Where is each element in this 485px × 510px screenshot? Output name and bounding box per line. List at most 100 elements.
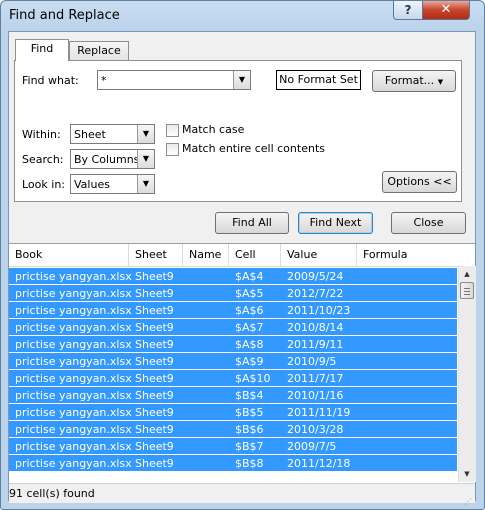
tab-find-label: Find	[30, 42, 54, 55]
look-in-value: Values	[74, 178, 110, 191]
dialog-title: Find and Replace	[9, 8, 120, 23]
look-in-label: Look in:	[22, 178, 65, 191]
cell-sheet: Sheet9	[135, 389, 174, 402]
table-row[interactable]: prictise yangyan.xlsx Sheet9 $B$8 2011/12/1…	[9, 455, 457, 472]
match-case-checkbox[interactable]	[166, 124, 179, 137]
cell-book: prictise yangyan.xlsx	[15, 270, 132, 283]
chevron-down-icon[interactable]: ▼	[137, 175, 154, 193]
cell-value: 2009/5/24	[287, 270, 344, 283]
scroll-up-icon[interactable]: ▲	[459, 267, 475, 281]
vertical-scrollbar[interactable]: ▲ ▼	[458, 266, 476, 482]
cell-cell: $A$8	[235, 338, 264, 351]
table-row[interactable]: prictise yangyan.xlsx Sheet9 $B$5 2011/11/1…	[9, 404, 457, 421]
match-entire-label[interactable]: Match entire cell contents	[182, 142, 325, 155]
scroll-down-icon[interactable]: ▼	[459, 467, 475, 481]
results-list: Book Sheet Name Cell Value Formula prict…	[9, 243, 476, 506]
cell-sheet: Sheet9	[135, 457, 174, 470]
column-header-cell[interactable]: Cell	[229, 244, 281, 266]
format-button[interactable]: Format... ▼	[372, 70, 456, 92]
cell-book: prictise yangyan.xlsx	[15, 389, 132, 402]
chevron-down-icon: ▼	[437, 78, 444, 86]
title-bar[interactable]: Find and Replace ? ✕	[1, 1, 484, 31]
resize-grip-icon[interactable]: ⋰	[464, 492, 474, 506]
scroll-thumb[interactable]	[460, 282, 474, 299]
results-count: 91 cell(s) found	[9, 487, 95, 500]
column-header-value[interactable]: Value	[281, 244, 357, 266]
cell-cell: $A$4	[235, 270, 264, 283]
table-row[interactable]: prictise yangyan.xlsx Sheet9 $A$4 2009/5/24	[9, 268, 457, 285]
help-button[interactable]: ?	[393, 1, 423, 20]
cell-book: prictise yangyan.xlsx	[15, 406, 132, 419]
tab-find[interactable]: Find	[15, 39, 69, 61]
find-what-label: Find what:	[22, 74, 79, 87]
cell-cell: $B$5	[235, 406, 264, 419]
find-all-button[interactable]: Find All	[215, 212, 289, 234]
match-entire-checkbox[interactable]	[166, 143, 179, 156]
table-row[interactable]: prictise yangyan.xlsx Sheet9 $A$6 2011/10/2…	[9, 302, 457, 319]
find-tab-panel: Find what: * ▼ No Format Set Format... ▼…	[14, 60, 462, 202]
find-replace-dialog: Find and Replace ? ✕ Find Replace Find w…	[0, 0, 485, 510]
table-row[interactable]: prictise yangyan.xlsx Sheet9 $B$7 2009/7/5	[9, 438, 457, 455]
find-what-input[interactable]: *	[101, 74, 107, 87]
cell-book: prictise yangyan.xlsx	[15, 338, 132, 351]
cell-sheet: Sheet9	[135, 423, 174, 436]
options-button[interactable]: Options <<	[382, 171, 457, 193]
cell-book: prictise yangyan.xlsx	[15, 440, 132, 453]
table-row[interactable]: prictise yangyan.xlsx Sheet9 $A$8 2011/9/11	[9, 336, 457, 353]
chevron-down-icon[interactable]: ▼	[233, 71, 250, 89]
cell-value: 2010/9/5	[287, 355, 337, 368]
chevron-down-icon[interactable]: ▼	[137, 150, 154, 168]
cell-sheet: Sheet9	[135, 406, 174, 419]
search-label: Search:	[22, 153, 64, 166]
column-header-formula[interactable]: Formula	[357, 244, 457, 266]
column-header-sheet[interactable]: Sheet	[129, 244, 183, 266]
search-value: By Columns	[74, 153, 140, 166]
cell-value: 2011/9/11	[287, 338, 344, 351]
cell-cell: $B$7	[235, 440, 264, 453]
cell-cell: $A$9	[235, 355, 264, 368]
table-row[interactable]: prictise yangyan.xlsx Sheet9 $A$10 2011/7/1…	[9, 370, 457, 387]
cell-book: prictise yangyan.xlsx	[15, 321, 132, 334]
cell-cell: $A$6	[235, 304, 264, 317]
column-header-book[interactable]: Book	[9, 244, 129, 266]
find-next-button[interactable]: Find Next	[298, 212, 373, 234]
format-status: No Format Set	[276, 70, 361, 90]
results-rows: prictise yangyan.xlsx Sheet9 $A$4 2009/5/24…	[9, 268, 457, 472]
cell-cell: $B$4	[235, 389, 264, 402]
find-what-combo[interactable]: * ▼	[97, 70, 251, 90]
cell-sheet: Sheet9	[135, 287, 174, 300]
cell-book: prictise yangyan.xlsx	[15, 304, 132, 317]
cell-book: prictise yangyan.xlsx	[15, 372, 132, 385]
cell-sheet: Sheet9	[135, 355, 174, 368]
cell-value: 2009/7/5	[287, 440, 337, 453]
chevron-down-icon[interactable]: ▼	[137, 125, 154, 143]
match-case-label[interactable]: Match case	[182, 123, 244, 136]
results-header: Book Sheet Name Cell Value Formula	[9, 244, 467, 267]
cell-sheet: Sheet9	[135, 338, 174, 351]
cell-cell: $B$8	[235, 457, 264, 470]
cell-value: 2011/12/18	[287, 457, 351, 470]
tab-replace[interactable]: Replace	[69, 41, 129, 61]
cell-sheet: Sheet9	[135, 304, 174, 317]
within-select[interactable]: Sheet ▼	[70, 124, 155, 144]
table-row[interactable]: prictise yangyan.xlsx Sheet9 $A$9 2010/9/5	[9, 353, 457, 370]
table-row[interactable]: prictise yangyan.xlsx Sheet9 $B$6 2010/3/28	[9, 421, 457, 438]
within-label: Within:	[22, 128, 61, 141]
table-row[interactable]: prictise yangyan.xlsx Sheet9 $B$4 2010/1/16	[9, 387, 457, 404]
cell-cell: $A$5	[235, 287, 264, 300]
cell-value: 2011/10/23	[287, 304, 351, 317]
format-button-label: Format...	[384, 74, 435, 87]
cell-cell: $B$6	[235, 423, 264, 436]
cell-value: 2011/11/19	[287, 406, 351, 419]
table-row[interactable]: prictise yangyan.xlsx Sheet9 $A$7 2010/8/14	[9, 319, 457, 336]
cell-sheet: Sheet9	[135, 440, 174, 453]
close-button[interactable]: Close	[391, 212, 466, 234]
look-in-select[interactable]: Values ▼	[70, 174, 155, 194]
table-row[interactable]: prictise yangyan.xlsx Sheet9 $A$5 2012/7/22	[9, 285, 457, 302]
cell-value: 2010/1/16	[287, 389, 344, 402]
search-select[interactable]: By Columns ▼	[70, 149, 155, 169]
window-close-button[interactable]: ✕	[422, 1, 470, 20]
status-bar: 91 cell(s) found ⋰	[9, 483, 475, 506]
column-header-name[interactable]: Name	[183, 244, 229, 266]
cell-value: 2012/7/22	[287, 287, 344, 300]
